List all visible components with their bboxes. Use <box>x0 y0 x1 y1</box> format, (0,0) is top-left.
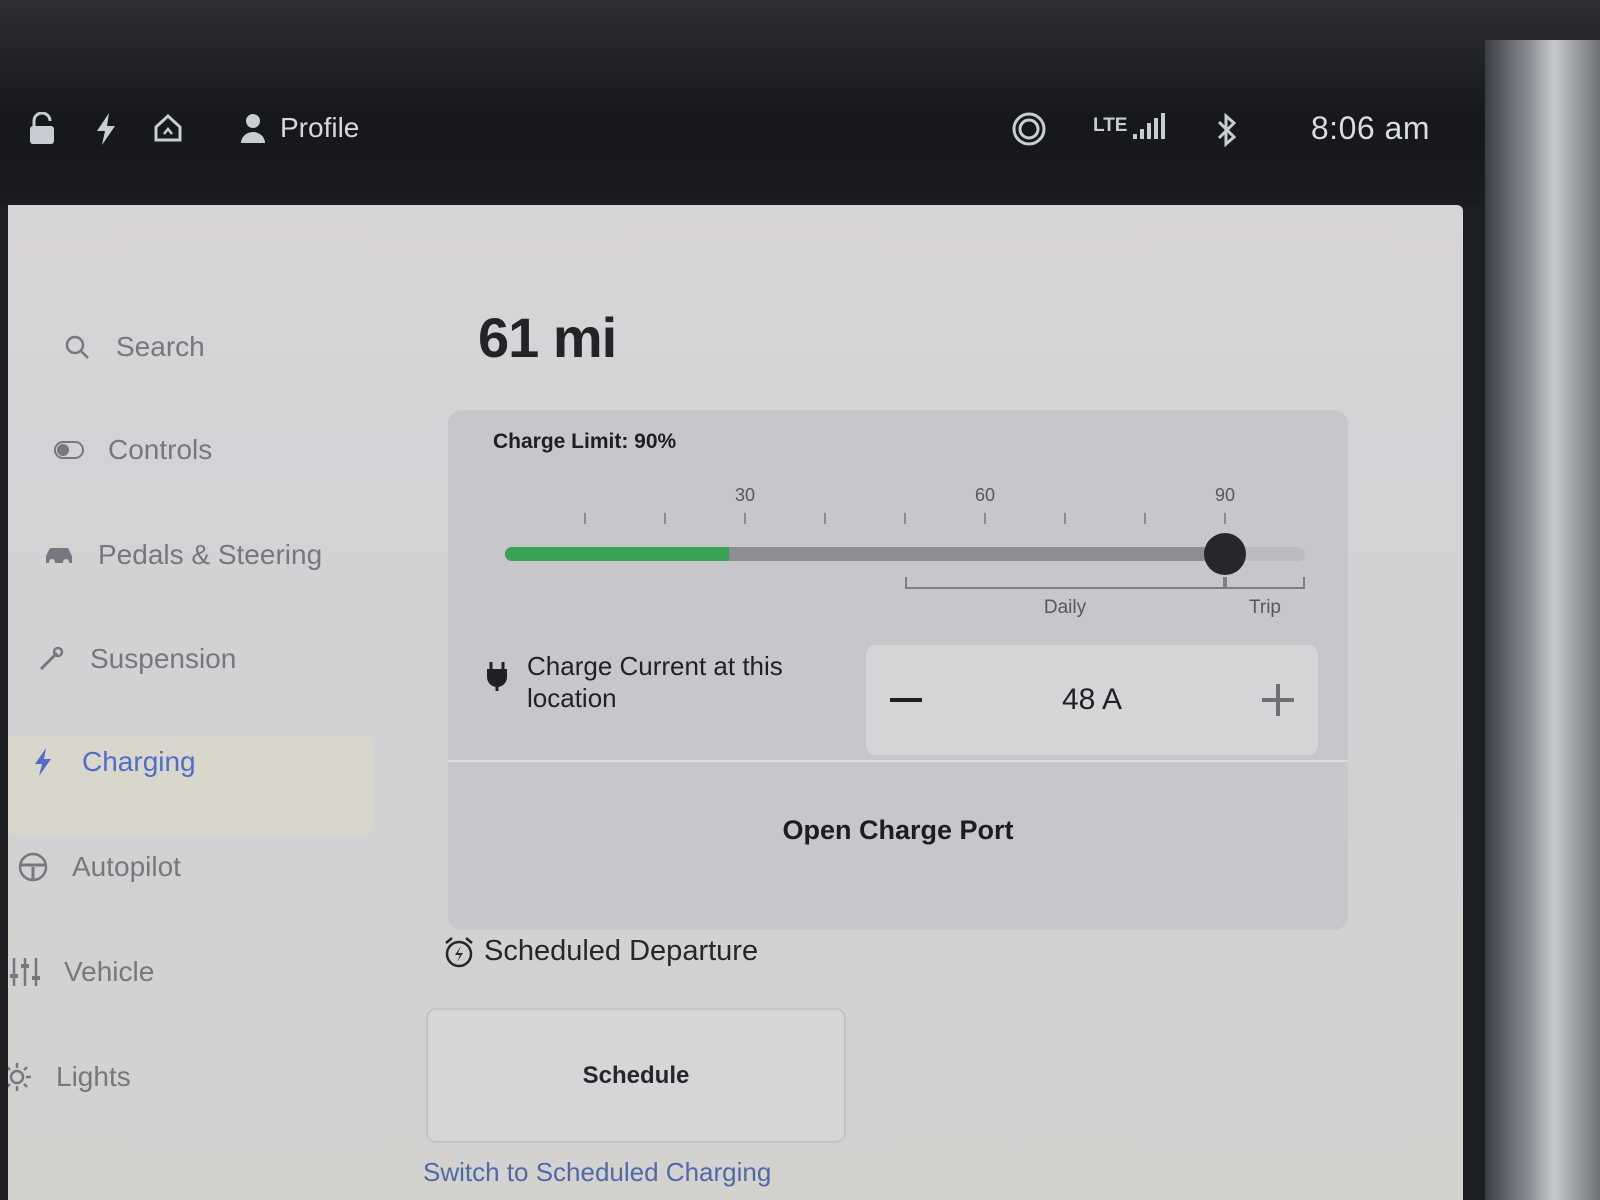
settings-sidebar: Search Controls Pedals & Steering Suspen… <box>8 205 388 1200</box>
sidebar-item-label: Charging <box>82 746 196 777</box>
sun-icon <box>8 1060 34 1094</box>
charge-current-value: 48 A <box>1061 683 1123 716</box>
sidebar-item-pedals-steering[interactable]: Pedals & Steering <box>42 538 322 572</box>
slider-tick <box>1144 513 1146 524</box>
slider-tick <box>984 513 986 524</box>
slider-tick <box>744 513 746 524</box>
charge-current-stepper: 48 A <box>866 645 1318 755</box>
increase-current-button[interactable] <box>1238 645 1318 755</box>
sidebar-item-label: Autopilot <box>72 851 181 882</box>
slider-tick <box>584 513 586 524</box>
settings-screen: Search Controls Pedals & Steering Suspen… <box>8 205 1463 1200</box>
daily-range-bracket <box>905 577 1225 589</box>
wrench-icon <box>34 642 68 676</box>
plug-icon <box>485 660 509 697</box>
open-charge-port-button[interactable]: Open Charge Port <box>448 805 1348 855</box>
sidebar-item-label: Vehicle <box>64 956 155 987</box>
profile-label: Profile <box>280 112 360 143</box>
record-icon[interactable] <box>1012 112 1046 146</box>
sidebar-item-charging[interactable]: Charging <box>26 745 196 779</box>
signal-icon <box>1133 113 1166 139</box>
steering-wheel-icon <box>16 850 50 884</box>
home-icon[interactable] <box>152 112 184 144</box>
alarm-clock-icon <box>445 936 473 967</box>
trip-range-bracket <box>1225 577 1305 589</box>
decrease-current-button[interactable] <box>866 645 946 755</box>
scheduled-departure-heading: Scheduled Departure <box>444 935 758 968</box>
range-readout: 61 mi <box>478 306 617 369</box>
sidebar-item-label: Suspension <box>90 643 237 674</box>
scheduled-departure-title: Scheduled Departure <box>484 935 759 967</box>
slider-tick <box>1224 513 1226 524</box>
person-icon <box>241 114 265 143</box>
sidebar-item-label: Pedals & Steering <box>98 539 323 570</box>
sidebar-search[interactable]: Search <box>60 330 205 364</box>
search-icon <box>60 330 94 364</box>
card-divider <box>448 760 1348 762</box>
charge-limit-label: Charge Limit: 90% <box>493 430 677 453</box>
sidebar-item-autopilot[interactable]: Autopilot <box>16 850 181 884</box>
profile-button[interactable]: Profile <box>240 112 359 144</box>
toggle-icon <box>52 433 86 467</box>
bolt-icon <box>26 745 60 779</box>
bluetooth-icon[interactable] <box>1215 112 1239 148</box>
charge-limit-slider[interactable]: Daily Trip 30 60 90 <box>505 465 1305 625</box>
bolt-icon[interactable] <box>95 112 117 146</box>
sidebar-item-vehicle[interactable]: Vehicle <box>8 955 154 989</box>
switch-to-scheduled-charging-link[interactable]: Switch to Scheduled Charging <box>423 1157 771 1188</box>
slider-tick-label: 30 <box>734 485 756 505</box>
plus-icon <box>1262 684 1294 716</box>
charge-current-label: Charge Current at this location <box>527 651 783 713</box>
sidebar-item-lights[interactable]: Lights <box>8 1060 131 1094</box>
trip-label: Trip <box>1248 597 1282 618</box>
sidebar-item-label: Search <box>116 331 205 362</box>
sidebar-item-label: Lights <box>56 1061 131 1092</box>
lock-icon[interactable] <box>28 112 56 146</box>
minus-icon <box>890 698 922 702</box>
network-type: LTE <box>1093 115 1128 136</box>
charge-limit-handle[interactable] <box>1204 533 1246 575</box>
sidebar-item-suspension[interactable]: Suspension <box>34 642 236 676</box>
daily-label: Daily <box>1043 597 1087 618</box>
sidebar-item-label: Controls <box>108 434 213 465</box>
screen-bezel <box>1485 40 1600 1200</box>
slider-tick <box>904 513 906 524</box>
slider-tick <box>824 513 826 524</box>
clock: 8:06 am <box>1310 110 1430 146</box>
slider-tick-label: 90 <box>1214 485 1236 505</box>
sliders-icon <box>8 955 42 989</box>
slider-tick-label: 60 <box>974 485 996 505</box>
slider-tick <box>1064 513 1066 524</box>
slider-tick <box>664 513 666 524</box>
cellular-status: LTE <box>1093 112 1166 140</box>
status-bar: Profile LTE 8:06 am <box>0 0 1600 205</box>
current-charge-fill <box>505 547 729 561</box>
schedule-button[interactable]: Schedule <box>426 1008 846 1143</box>
car-icon <box>42 538 76 572</box>
sidebar-item-controls[interactable]: Controls <box>52 433 212 467</box>
